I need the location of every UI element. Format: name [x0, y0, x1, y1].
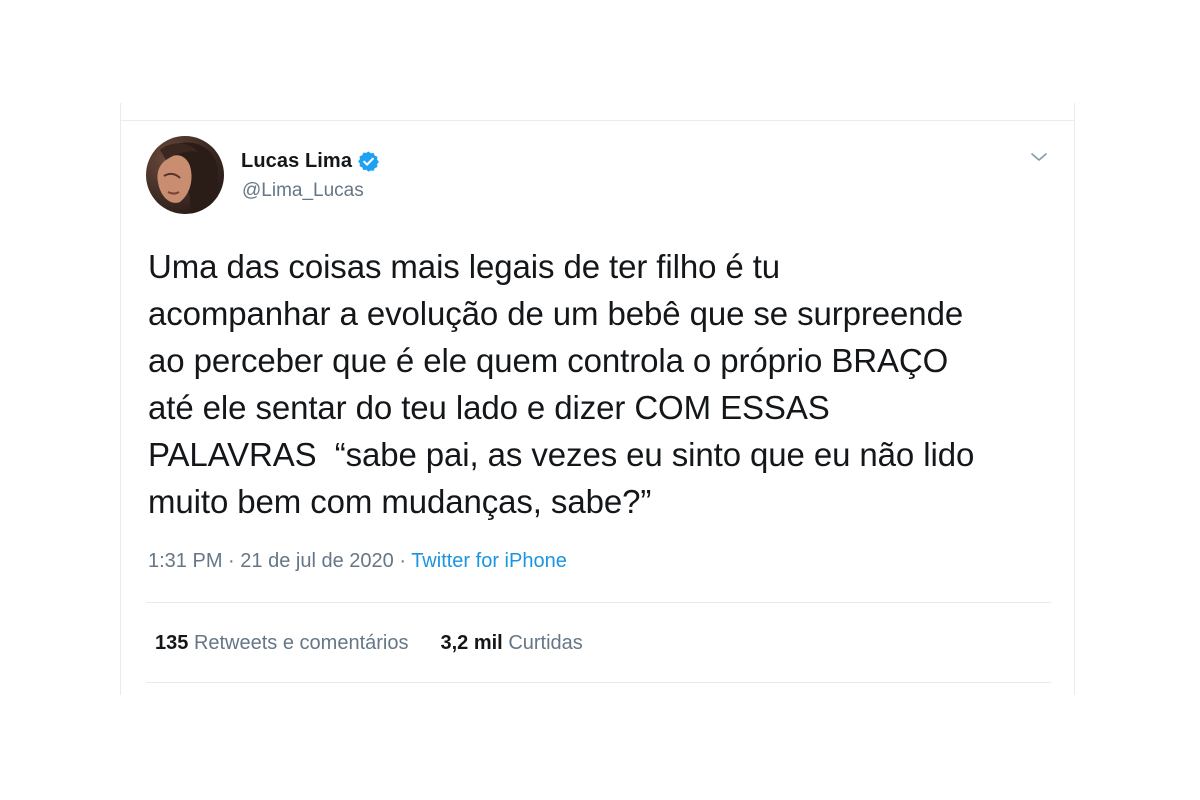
author-display-name[interactable]: Lucas Lima	[241, 150, 352, 173]
meta-separator: ·	[399, 550, 406, 572]
author-name-row[interactable]: Lucas Lima	[241, 146, 380, 176]
tweet-card: Lucas Lima @Lima_Lucas Uma das coisas ma…	[120, 103, 1075, 695]
chevron-down-icon[interactable]	[1027, 145, 1051, 169]
tweet-date[interactable]: 21 de jul de 2020	[240, 550, 393, 572]
tweet-meta: 1:31 PM · 21 de jul de 2020 · Twitter fo…	[148, 550, 567, 573]
author-handle[interactable]: @Lima_Lucas	[242, 180, 364, 202]
divider	[146, 602, 1051, 603]
meta-separator: ·	[228, 550, 235, 572]
likes-label: Curtidas	[508, 632, 583, 654]
divider	[146, 682, 1051, 683]
card-top-border	[121, 120, 1074, 121]
profile-photo-icon	[146, 136, 224, 214]
tweet-stats: 135 Retweets e comentários 3,2 mil Curti…	[155, 632, 583, 655]
verified-badge-icon	[357, 150, 380, 173]
tweet-source-link[interactable]: Twitter for iPhone	[411, 550, 567, 572]
retweets-stat[interactable]: 135 Retweets e comentários	[155, 632, 408, 655]
retweets-label: Retweets e comentários	[193, 632, 409, 654]
likes-count: 3,2 mil	[440, 632, 503, 654]
tweet-text: Uma das coisas mais legais de ter filho …	[148, 248, 975, 520]
avatar[interactable]	[146, 136, 224, 214]
tweet-time[interactable]: 1:31 PM	[148, 550, 222, 572]
retweets-count: 135	[155, 632, 189, 654]
likes-stat[interactable]: 3,2 mil Curtidas	[440, 632, 582, 655]
